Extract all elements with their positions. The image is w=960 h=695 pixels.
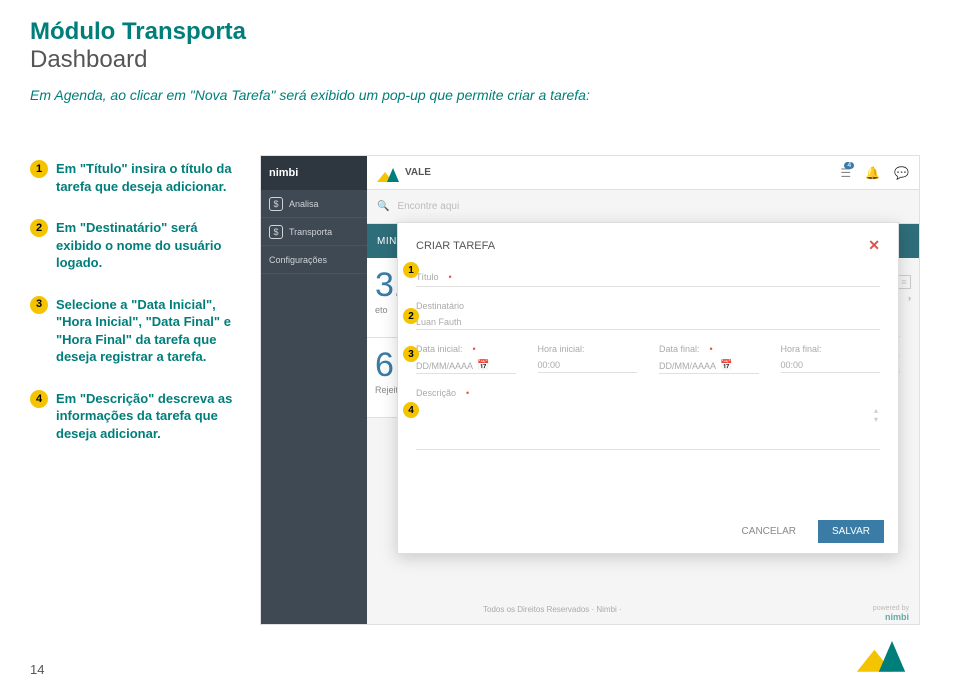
- instruction-1-text: Em "Título" insira o título da tarefa qu…: [56, 160, 240, 195]
- topbar-icons: ☰4 🔔 💬: [840, 166, 909, 180]
- data-inicial-input[interactable]: DD/MM/AAAA📅: [416, 358, 516, 374]
- app-footer: Todos os Direitos Reservados · Nimbi · p…: [473, 605, 919, 622]
- instructions-column: 1 Em "Título" insira o título da tarefa …: [30, 160, 240, 467]
- callout-3: 3: [403, 346, 419, 362]
- instruction-3-text: Selecione a "Data Inicial", "Hora Inicia…: [56, 296, 240, 366]
- sidebar-label: Configurações: [269, 255, 327, 265]
- instruction-4-text: Em "Descrição" descreva as informações d…: [56, 390, 240, 443]
- bullet-2: 2: [30, 219, 48, 237]
- view-list-icon[interactable]: ≡: [897, 275, 911, 289]
- hora-final-label: Hora final:: [781, 344, 881, 354]
- calendar-icon: 📅: [477, 360, 489, 371]
- save-button[interactable]: SALVAR: [818, 520, 884, 543]
- modal-buttons: CANCELAR SALVAR: [730, 520, 884, 543]
- cal-next-icon[interactable]: ›: [908, 293, 911, 303]
- close-icon[interactable]: ✕: [868, 237, 880, 254]
- bullet-3: 3: [30, 296, 48, 314]
- search-placeholder: Encontre aqui: [397, 201, 459, 212]
- callout-1: 1: [403, 262, 419, 278]
- bullet-1: 1: [30, 160, 48, 178]
- brand: VALE: [377, 164, 431, 182]
- titulo-label: Título: [416, 272, 880, 282]
- data-final-label: Data final:: [659, 344, 759, 354]
- hora-inicial-label: Hora inicial:: [538, 344, 638, 354]
- sidebar-item-analisa[interactable]: $ Analisa: [261, 190, 367, 218]
- sidebar-label: Transporta: [289, 227, 332, 237]
- descricao-label: Descrição: [416, 388, 880, 398]
- page-subtitle: Dashboard: [0, 46, 960, 86]
- vale-logo-icon: [377, 164, 399, 182]
- brand-text: VALE: [405, 167, 431, 178]
- dates-row: Data inicial: DD/MM/AAAA📅 Hora inicial: …: [416, 344, 880, 374]
- instruction-2: 2 Em "Destinatário" será exibido o nome …: [30, 219, 240, 272]
- dollar-icon: $: [269, 225, 283, 239]
- hora-final-input[interactable]: 00:00: [781, 358, 881, 373]
- sidebar-label: Analisa: [289, 199, 319, 209]
- page-number: 14: [30, 662, 44, 677]
- instruction-1: 1 Em "Título" insira o título da tarefa …: [30, 160, 240, 195]
- search-bar[interactable]: 🔍 Encontre aqui: [367, 190, 919, 224]
- intro-text: Em Agenda, ao clicar em "Nova Tarefa" se…: [0, 86, 960, 124]
- instruction-4: 4 Em "Descrição" descreva as informações…: [30, 390, 240, 443]
- powered-by: powered by nimbi: [873, 605, 909, 622]
- app-topbar: VALE ☰4 🔔 💬: [367, 156, 919, 190]
- destinatario-label: Destinatário: [416, 301, 880, 311]
- badge: 4: [844, 162, 854, 169]
- app-screenshot: nimbi $ Analisa $ Transporta Configuraçõ…: [260, 155, 920, 625]
- page-title: Módulo Transporta: [0, 0, 960, 46]
- bullet-4: 4: [30, 390, 48, 408]
- scroll-icon: ▴▾: [874, 406, 878, 424]
- sidebar-item-transporta[interactable]: $ Transporta: [261, 218, 367, 246]
- dollar-icon: $: [269, 197, 283, 211]
- bell-icon[interactable]: 🔔: [865, 166, 880, 180]
- destinatario-value: Luan Fauth: [416, 315, 880, 330]
- instruction-2-text: Em "Destinatário" será exibido o nome do…: [56, 219, 240, 272]
- app-sidebar: nimbi $ Analisa $ Transporta Configuraçõ…: [261, 156, 367, 624]
- footer-rights: Todos os Direitos Reservados · Nimbi ·: [483, 605, 622, 622]
- modal-title: CRIAR TAREFA: [416, 240, 495, 252]
- chat-icon[interactable]: 💬: [894, 166, 909, 180]
- vale-footer-logo: [870, 643, 930, 683]
- cancel-button[interactable]: CANCELAR: [730, 520, 808, 543]
- search-icon: 🔍: [377, 201, 389, 212]
- titulo-input[interactable]: [416, 286, 880, 287]
- create-task-modal: CRIAR TAREFA ✕ Título Destinatário Luan …: [397, 222, 899, 554]
- data-final-input[interactable]: DD/MM/AAAA📅: [659, 358, 759, 374]
- sidebar-item-config[interactable]: Configurações: [261, 246, 367, 274]
- hora-inicial-input[interactable]: 00:00: [538, 358, 638, 373]
- callout-4: 4: [403, 402, 419, 418]
- instruction-3: 3 Selecione a "Data Inicial", "Hora Inic…: [30, 296, 240, 366]
- descricao-input[interactable]: ▴▾: [416, 402, 880, 450]
- data-inicial-label: Data inicial:: [416, 344, 516, 354]
- list-icon[interactable]: ☰4: [840, 166, 851, 180]
- callout-2: 2: [403, 308, 419, 324]
- calendar-icon: 📅: [720, 360, 732, 371]
- app-logo: nimbi: [261, 156, 367, 190]
